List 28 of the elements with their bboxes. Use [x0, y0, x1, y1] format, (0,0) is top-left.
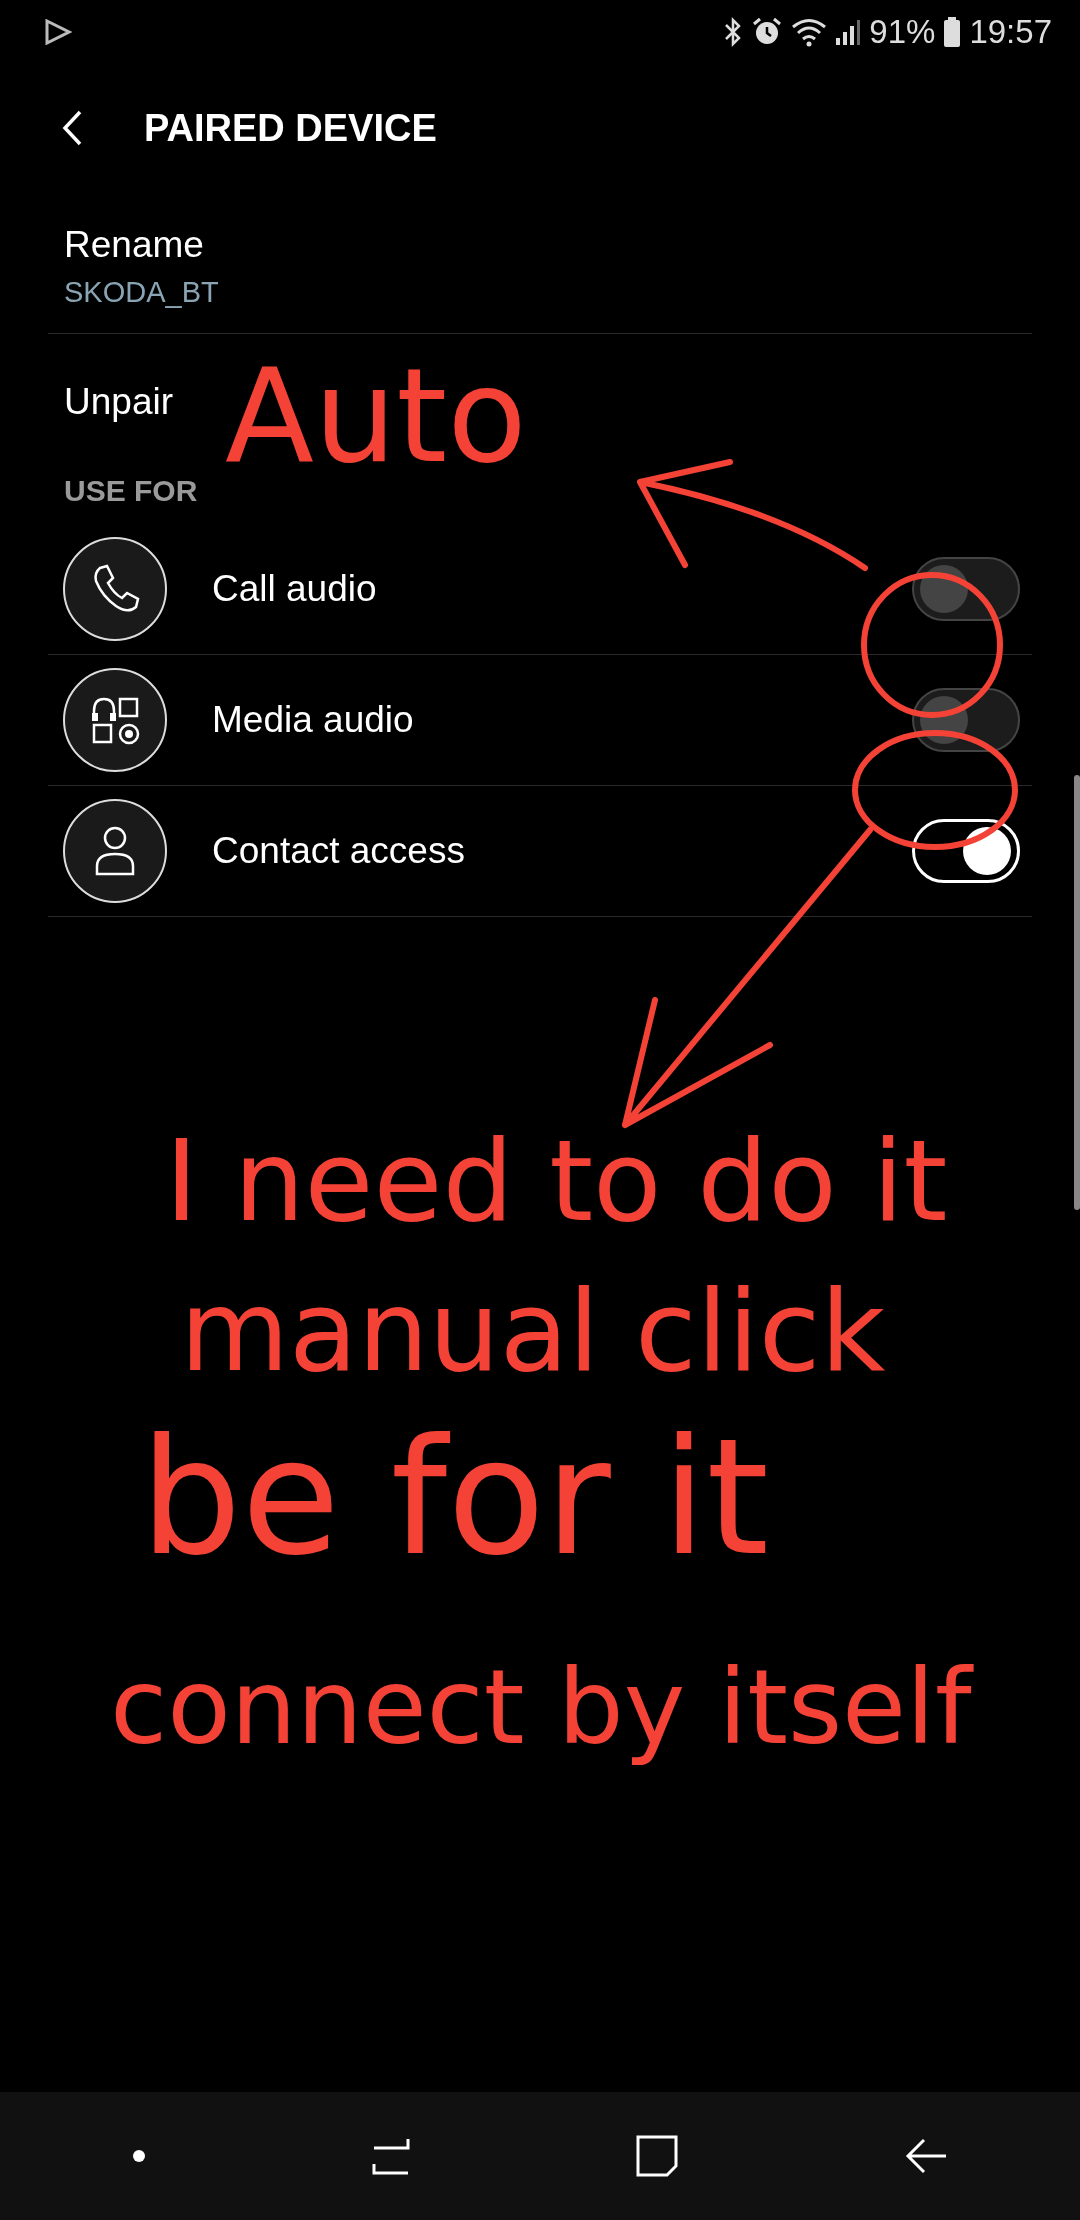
handwritten-note: connect by itself [110, 1650, 972, 1765]
back-icon [60, 108, 84, 148]
page-title: PAIRED DEVICE [144, 106, 437, 150]
handwritten-note: I need to do it [165, 1120, 948, 1244]
wifi-icon [791, 17, 828, 47]
rename-item[interactable]: Rename SKODA_BT [0, 192, 1080, 333]
option-label: Contact access [212, 830, 466, 872]
unpair-item[interactable]: Unpair [64, 381, 173, 423]
media-icon [62, 667, 168, 773]
option-label: Call audio [212, 568, 378, 610]
recents-icon[interactable] [370, 2136, 411, 2176]
handwritten-note: manual click [180, 1270, 886, 1394]
battery-icon [943, 17, 962, 47]
device-name: SKODA_BT [64, 276, 220, 309]
battery-percent: 91% [869, 13, 936, 51]
handwritten-note: Auto [225, 345, 527, 488]
option-label: Media audio [212, 699, 415, 741]
signal-icon [835, 18, 862, 46]
dot-icon[interactable] [132, 2149, 147, 2163]
home-icon[interactable] [635, 2134, 680, 2178]
clock-time: 19:57 [969, 13, 1052, 51]
section-header: USE FOR [63, 473, 199, 509]
person-icon [62, 798, 168, 904]
handwritten-note: be for it [140, 1410, 769, 1586]
play-icon [44, 19, 72, 45]
rename-label: Rename [64, 224, 205, 266]
back-icon[interactable] [903, 2136, 948, 2176]
phone-icon [62, 536, 168, 642]
